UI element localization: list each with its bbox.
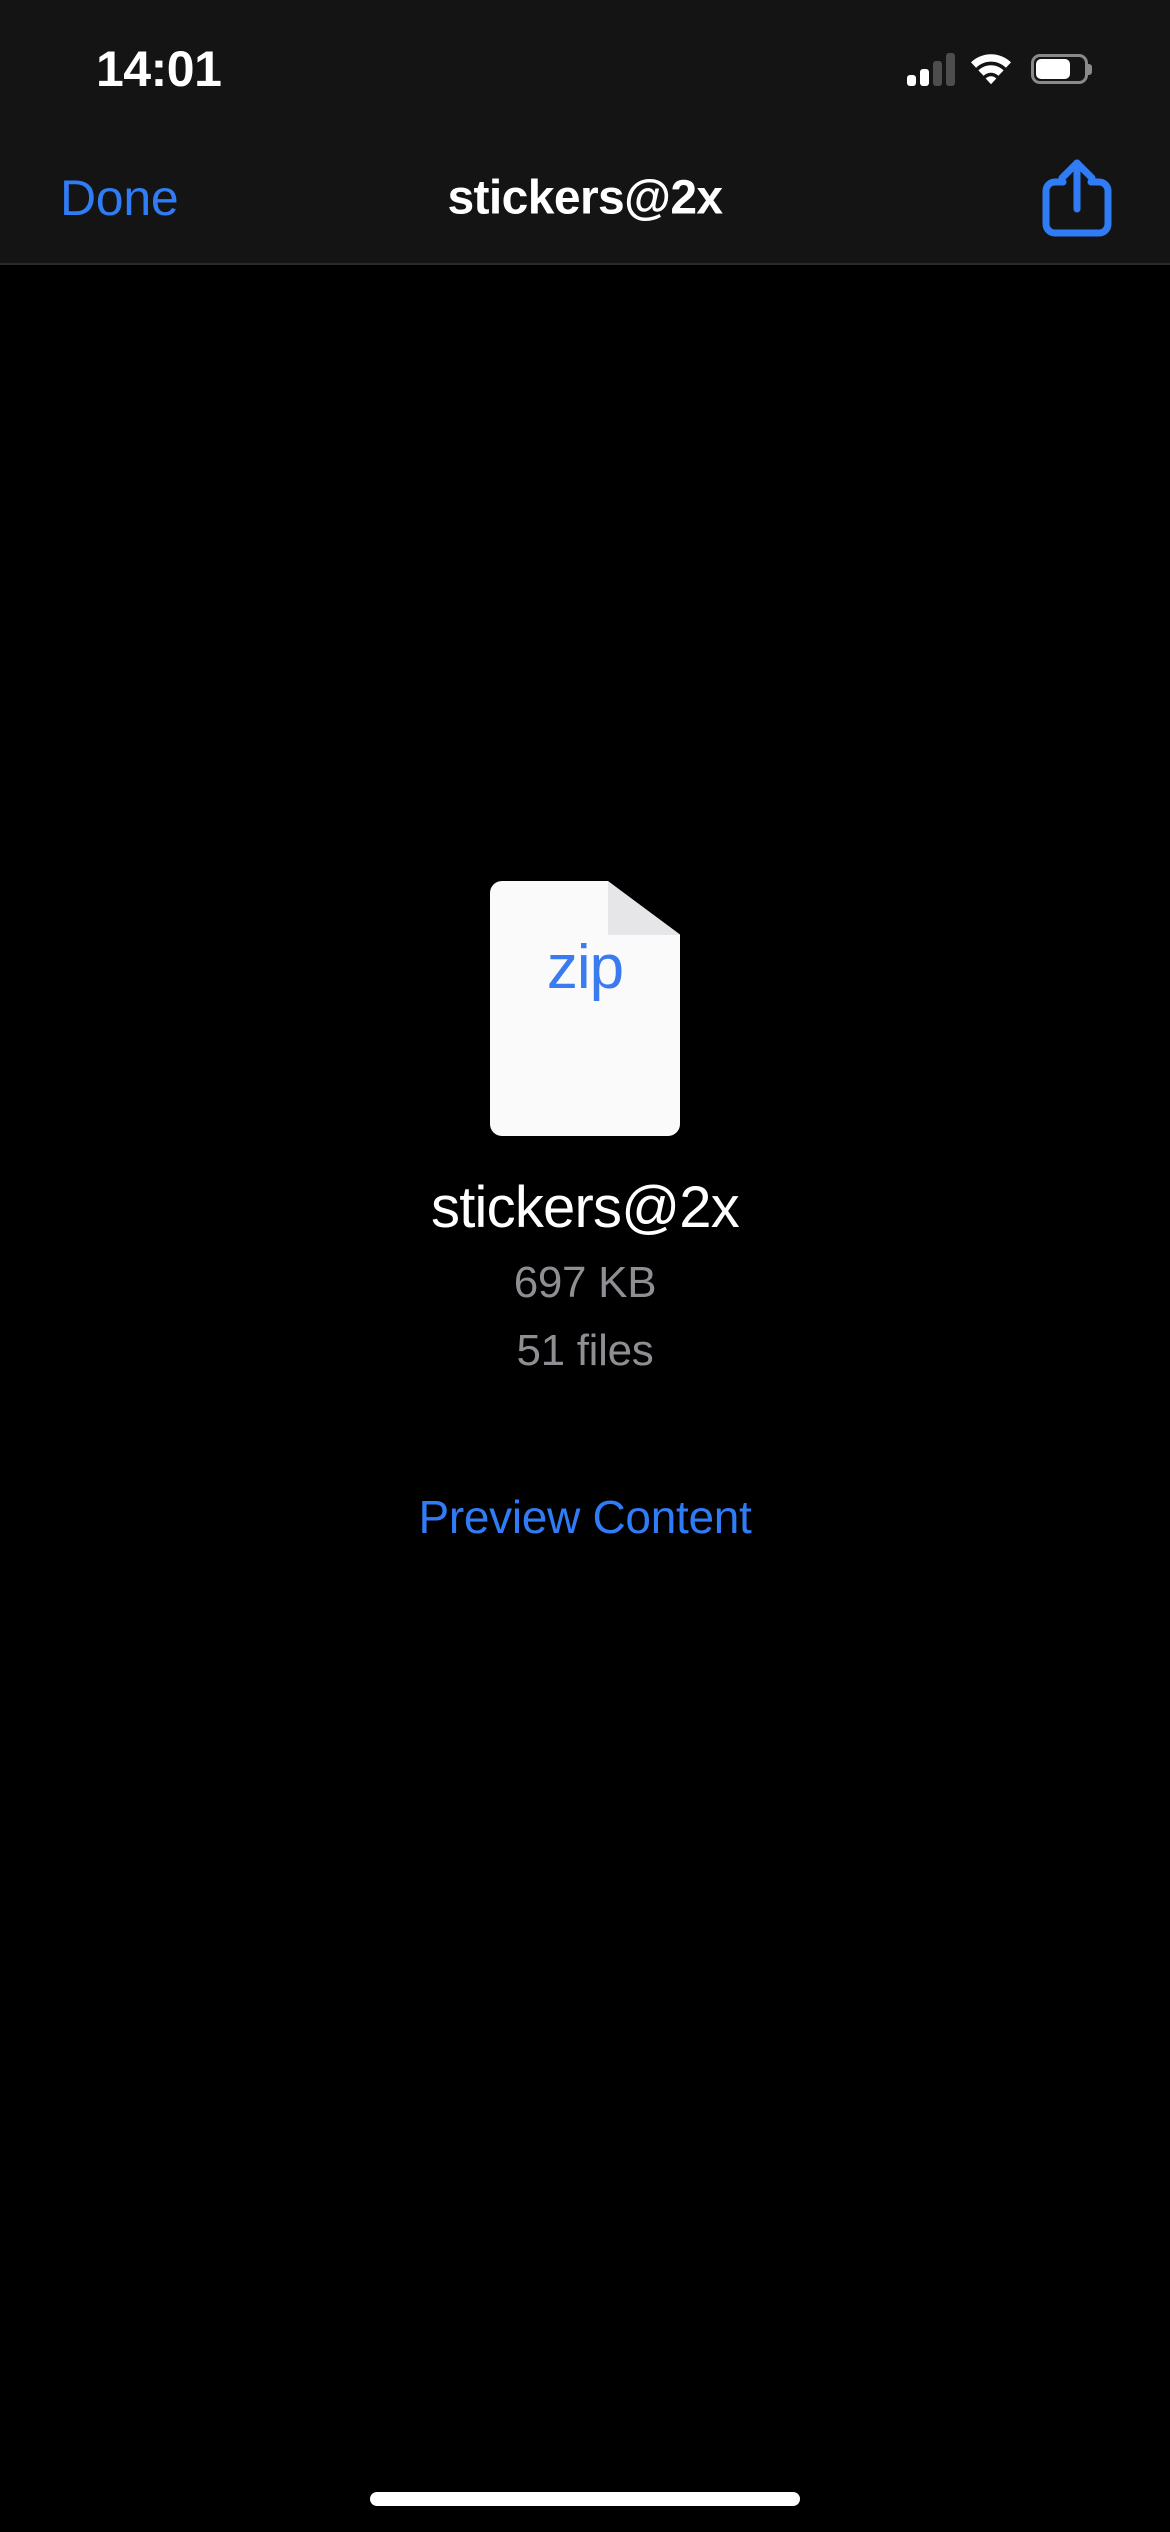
share-button[interactable] bbox=[1040, 156, 1114, 240]
share-icon bbox=[1042, 159, 1112, 236]
battery-fill bbox=[1036, 59, 1070, 79]
signal-bar-1 bbox=[907, 75, 916, 86]
file-name: stickers@2x bbox=[431, 1175, 740, 1240]
navigation-bar: Done stickers@2x bbox=[0, 132, 1170, 265]
document-fold-corner bbox=[608, 881, 680, 935]
status-bar: 14:01 bbox=[0, 0, 1170, 132]
file-preview-content: zip stickers@2x 697 KB 51 files Preview … bbox=[0, 265, 1170, 2532]
signal-bar-3 bbox=[933, 61, 942, 86]
zip-document-icon: zip bbox=[490, 881, 680, 1136]
battery-icon bbox=[1031, 54, 1092, 84]
file-info-block: zip stickers@2x 697 KB 51 files Preview … bbox=[0, 881, 1170, 1554]
battery-nub bbox=[1088, 64, 1092, 75]
file-extension-label: zip bbox=[546, 933, 624, 1002]
wifi-icon bbox=[971, 53, 1011, 84]
status-bar-indicators bbox=[907, 44, 1092, 94]
done-button[interactable]: Done bbox=[50, 163, 188, 233]
file-count: 51 files bbox=[516, 1326, 654, 1375]
preview-content-button[interactable]: Preview Content bbox=[399, 1480, 772, 1554]
home-indicator[interactable] bbox=[370, 2492, 800, 2506]
iphone-screen: 14:01 Done stickers@2x zip stickers@2x 6… bbox=[0, 0, 1170, 2532]
file-size: 697 KB bbox=[513, 1258, 657, 1307]
signal-bar-4 bbox=[946, 53, 955, 86]
cellular-signal-icon bbox=[907, 52, 955, 86]
signal-bar-2 bbox=[920, 69, 929, 86]
status-bar-time: 14:01 bbox=[96, 41, 222, 97]
